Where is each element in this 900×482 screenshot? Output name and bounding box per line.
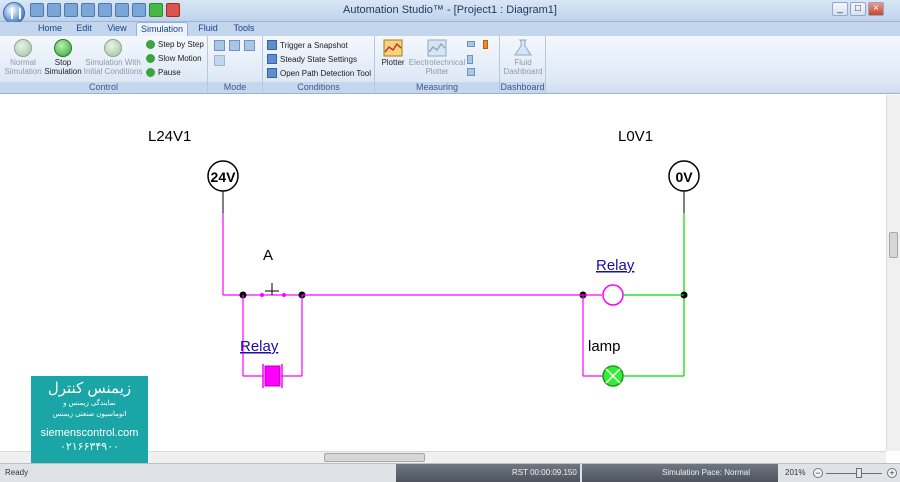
mode-icon-4[interactable] [214,55,225,66]
l0-rail-label: L0V1 [618,128,653,145]
mode-icon-2[interactable] [229,40,240,51]
tab-home[interactable]: Home [32,22,68,36]
watermark-phone: ۰۲۱۶۶۳۴۹۰۰ [59,441,120,453]
relay-contact[interactable] [262,364,283,388]
group-label-measuring: Measuring [375,82,499,93]
close-button[interactable]: × [868,2,884,16]
title-bar: Automation Studio™ - [Project1 : Diagram… [0,0,900,24]
tab-tools[interactable]: Tools [228,22,260,36]
ribbon: Normal Simulation Stop Simulation Simula… [0,36,900,94]
electrotechnical-plotter-button[interactable]: Electrotechnical Plotter [408,39,466,76]
open-path-button[interactable]: Open Path Detection Tool [267,68,371,78]
switch-a-label: A [263,247,273,264]
relay-coil[interactable] [602,284,624,306]
relay-link-top[interactable]: Relay [596,257,635,274]
horizontal-scroll-thumb[interactable] [324,453,425,462]
watermark-sub2: اتوماسیون صنعتی زیمنس [52,411,127,418]
status-sim-pace: Simulation Pace: Normal [582,464,778,482]
fluid-dashboard-button[interactable]: Fluid Dashboard [502,39,544,76]
tab-fluid[interactable]: Fluid [192,22,224,36]
stop-simulation-button[interactable]: Stop Simulation [42,39,84,76]
measure-icon-1[interactable] [467,41,475,47]
zoom-slider-knob[interactable] [856,468,862,478]
v0-label: 0V [675,169,693,185]
steady-state-button[interactable]: Steady State Settings [267,54,357,64]
minimize-button[interactable]: _ [832,2,848,16]
path-detection-icon [267,68,277,78]
measure-icon-2[interactable] [467,55,473,64]
watermark-title: زیمنس کنترل [47,380,132,397]
pause-button[interactable]: Pause [146,68,181,77]
tab-view[interactable]: View [102,22,132,36]
mode-icon-1[interactable] [214,40,225,51]
zoom-in-button[interactable]: + [887,468,897,478]
snapshot-icon [267,40,277,50]
measure-icon-3[interactable] [467,68,475,76]
group-label-dashboard: Dashboard [500,82,545,93]
zoom-slider-track[interactable] [826,473,882,474]
steady-state-icon [267,54,277,64]
group-control: Normal Simulation Stop Simulation Simula… [0,36,208,93]
flask-icon [514,39,532,56]
power-24v-terminal[interactable]: 24V [207,160,239,192]
watermark-url: siemenscontrol.com [40,427,139,439]
zoom-out-button[interactable]: − [813,468,823,478]
ribbon-tabs: Home Edit View Simulation Fluid Tools ? [0,22,900,55]
status-rst-time: RST 00:00:09.150 [396,464,580,482]
group-conditions: Trigger a Snapshot Steady State Settings… [263,36,375,93]
window-title: Automation Studio™ - [Project1 : Diagram… [343,4,557,16]
slow-motion-button[interactable]: Slow Motion [146,54,202,63]
mode-icon-3[interactable] [244,40,255,51]
watermark-sub1: نمایندگی زیمنس و [63,400,116,407]
group-dashboard: Fluid Dashboard Dashboard [500,36,546,93]
status-zoom: 201% [785,468,806,477]
electro-plotter-icon [427,39,447,57]
step-icon [146,40,155,49]
group-mode: Mode [208,36,263,93]
group-measuring: Plotter Electrotechnical Plotter Measuri… [375,36,500,93]
l24-rail-label: L24V1 [148,128,191,145]
slow-motion-icon [146,54,155,63]
status-bar: Ready RST 00:00:09.150 Simulation Pace: … [0,463,900,482]
vertical-scroll-thumb[interactable] [889,232,898,258]
status-ready: Ready [5,468,29,477]
plotter-icon [383,39,403,57]
group-label-control: Control [0,82,207,93]
step-by-step-button[interactable]: Step by Step [146,40,204,49]
power-0v-terminal[interactable]: 0V [668,160,700,192]
vertical-scrollbar[interactable] [886,95,900,451]
check-icon [104,39,122,57]
normal-simulation-button[interactable]: Normal Simulation [2,39,44,76]
v24-label: 24V [211,169,237,185]
lamp[interactable] [602,365,624,387]
group-label-conditions: Conditions [263,82,374,93]
watermark-logo: زیمنس کنترل نمایندگی زیمنس و اتوماسیون ص… [31,376,148,465]
tab-simulation[interactable]: Simulation [136,22,188,36]
simulation-initial-conditions-button[interactable]: Simulation With Initial Conditions [82,39,144,76]
trigger-snapshot-button[interactable]: Trigger a Snapshot [267,40,348,50]
tab-edit[interactable]: Edit [70,22,98,36]
lamp-label: lamp [588,338,621,355]
stop-icon [54,39,72,57]
plotter-button[interactable]: Plotter [378,39,408,67]
group-label-mode: Mode [208,82,262,93]
lightning-icon[interactable] [483,40,488,49]
play-icon [14,39,32,57]
pause-icon [146,68,155,77]
maximize-button[interactable]: □ [850,2,866,16]
push-button-switch-a[interactable] [243,283,302,297]
relay-link-bottom[interactable]: Relay [240,338,279,355]
